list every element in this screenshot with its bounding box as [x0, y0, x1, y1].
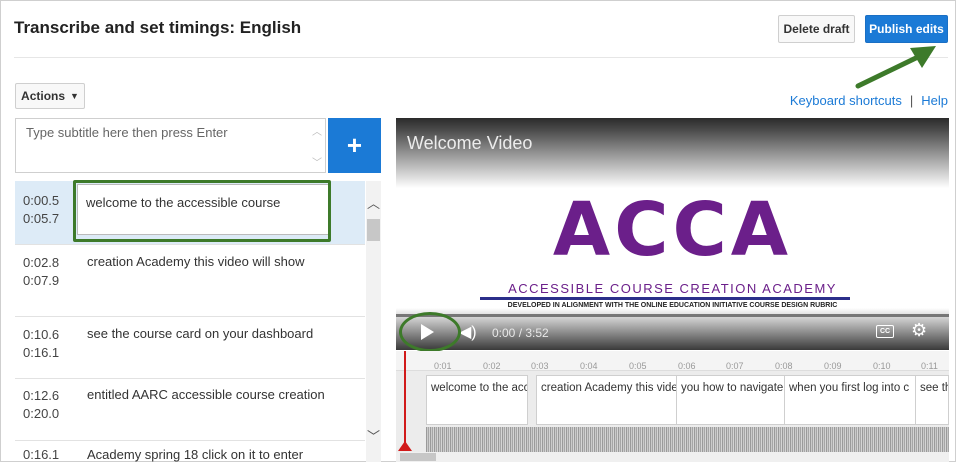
help-links: Keyboard shortcuts | Help [790, 93, 948, 108]
cc-icon[interactable]: CC [876, 325, 894, 338]
subtitle-times: 0:00.5 0:05.7 [23, 192, 59, 228]
header-divider [14, 57, 948, 58]
subtitle-input[interactable] [16, 119, 306, 169]
subtitle-row[interactable]: 0:02.8 0:07.9 creation Academy this vide… [15, 245, 365, 317]
subtitle-input-box: ︿ ﹀ [15, 118, 326, 173]
subtitle-row[interactable]: 0:10.6 0:16.1 see the course card on you… [15, 317, 365, 379]
caption-timeline[interactable]: 0:01 0:02 0:03 0:04 0:05 0:06 0:07 0:08 … [396, 351, 949, 462]
timeline-ruler: 0:01 0:02 0:03 0:04 0:05 0:06 0:07 0:08 … [396, 351, 949, 371]
help-link[interactable]: Help [921, 93, 948, 108]
chevron-up-icon[interactable]: ︿ [366, 193, 381, 212]
video-logo: ACCA [552, 187, 793, 273]
subtitle-list-scrollbar[interactable]: ︿ ﹀ [366, 181, 381, 462]
subtitle-text: Academy spring 18 click on it to enter [87, 447, 304, 462]
volume-icon[interactable]: ◀) [459, 322, 477, 342]
actions-dropdown-button[interactable]: Actions ▼ [15, 83, 85, 109]
subtitle-end-time: 0:05.7 [23, 211, 60, 226]
keyboard-shortcuts-link[interactable]: Keyboard shortcuts [790, 93, 902, 108]
timeline-tick: 0:10 [873, 361, 891, 371]
timeline-caption[interactable]: welcome to the acce [426, 375, 528, 425]
subtitle-start-time: 0:16.1 [23, 447, 60, 462]
caret-down-icon: ▼ [70, 91, 79, 101]
video-player[interactable]: Welcome Video ACCA ACCESSIBLE COURSE CRE… [396, 118, 949, 350]
play-icon[interactable] [421, 324, 434, 340]
link-separator: | [909, 93, 914, 108]
actions-label: Actions [21, 89, 66, 103]
subtitle-times: 0:10.6 0:16.1 [23, 326, 59, 362]
subtitle-start-time: 0:10.6 [23, 327, 60, 342]
video-logo-tagline: DEVELOPED IN ALIGNMENT WITH THE ONLINE E… [507, 302, 838, 309]
logo-underline [480, 297, 850, 300]
delete-draft-button[interactable]: Delete draft [778, 15, 855, 43]
video-progress-bar[interactable] [396, 314, 949, 317]
video-logo-subtitle: ACCESSIBLE COURSE CREATION ACADEMY [508, 281, 837, 296]
timeline-caption[interactable]: see th [915, 375, 949, 425]
subtitle-times: 0:02.8 0:07.9 [23, 254, 59, 290]
input-scroll-arrows[interactable]: ︿ ﹀ [310, 123, 324, 169]
video-time-readout: 0:00 / 3:52 [492, 326, 549, 340]
gear-icon[interactable]: ⚙ [911, 320, 927, 341]
page-title: Transcribe and set timings: English [14, 18, 302, 37]
timeline-scrollbar[interactable] [396, 452, 949, 462]
subtitle-edit-field[interactable]: welcome to the accessible course [77, 184, 329, 235]
timeline-caption[interactable]: creation Academy this vide [536, 375, 678, 425]
subtitle-start-time: 0:02.8 [23, 255, 60, 270]
chevron-down-icon[interactable]: ﹀ [366, 426, 381, 445]
timeline-tick: 0:01 [434, 361, 452, 371]
timeline-playhead[interactable] [404, 351, 406, 449]
timeline-tick: 0:07 [726, 361, 744, 371]
subtitle-times: 0:12.6 0:20.0 [23, 387, 59, 423]
subtitle-start-time: 0:00.5 [23, 193, 60, 208]
scrollbar-thumb[interactable] [400, 453, 436, 461]
subtitle-end-time: 0:20.0 [23, 406, 60, 421]
plus-icon: + [346, 130, 363, 160]
subtitle-times: 0:16.1 [23, 446, 59, 462]
audio-waveform [426, 427, 949, 452]
timeline-caption[interactable]: you how to navigate [676, 375, 786, 425]
scrollbar-thumb[interactable] [367, 219, 380, 241]
subtitle-text: creation Academy this video will show [87, 254, 305, 269]
subtitle-list: 0:00.5 0:05.7 welcome to the accessible … [15, 181, 381, 462]
subtitle-text: see the course card on your dashboard [87, 326, 314, 341]
timeline-tick: 0:03 [531, 361, 549, 371]
subtitle-end-time: 0:16.1 [23, 345, 60, 360]
caption-track: welcome to the acce creation Academy thi… [426, 373, 949, 425]
timeline-tick: 0:08 [775, 361, 793, 371]
timeline-tick: 0:04 [580, 361, 598, 371]
subtitle-row[interactable]: 0:00.5 0:05.7 welcome to the accessible … [15, 181, 365, 245]
timeline-tick: 0:05 [629, 361, 647, 371]
subtitle-end-time: 0:07.9 [23, 273, 60, 288]
timeline-tick: 0:09 [824, 361, 842, 371]
timeline-tick: 0:02 [483, 361, 501, 371]
timeline-tick: 0:11 [921, 361, 938, 371]
video-title: Welcome Video [407, 133, 533, 153]
publish-edits-button[interactable]: Publish edits [865, 15, 948, 43]
subtitle-row[interactable]: 0:16.1 Academy spring 18 click on it to … [15, 441, 365, 462]
subtitle-start-time: 0:12.6 [23, 388, 60, 403]
add-subtitle-button[interactable]: + [328, 118, 381, 173]
timeline-caption[interactable]: when you first log into c [784, 375, 916, 425]
chevron-up-icon: ︿ [312, 127, 322, 138]
chevron-down-icon: ﹀ [312, 158, 322, 169]
timeline-tick: 0:06 [678, 361, 696, 371]
subtitle-row[interactable]: 0:12.6 0:20.0 entitled AARC accessible c… [15, 379, 365, 441]
subtitle-text: entitled AARC accessible course creation [87, 387, 325, 402]
playhead-handle[interactable] [398, 441, 412, 451]
